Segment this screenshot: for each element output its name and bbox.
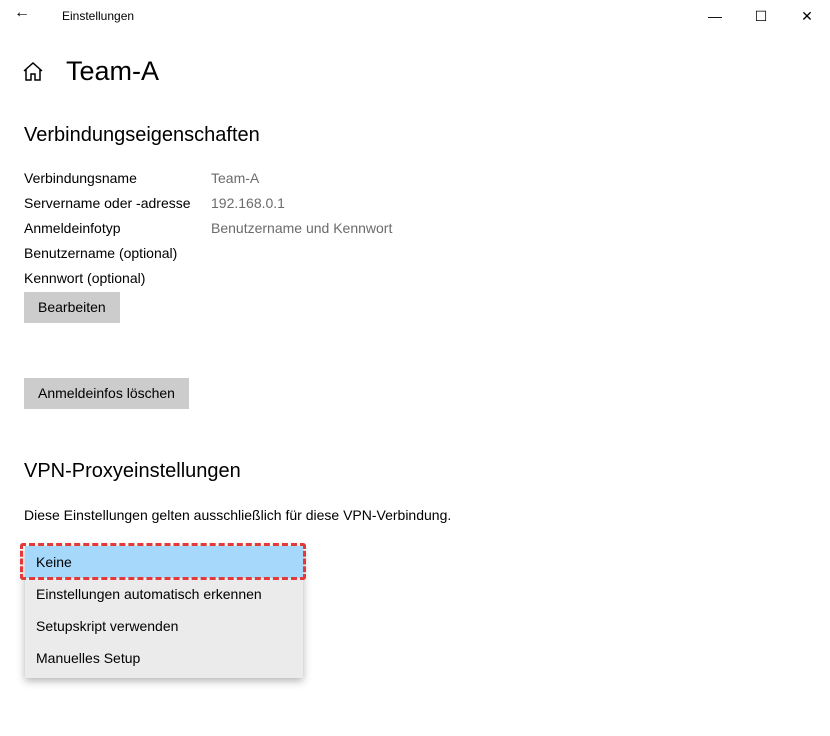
clear-credentials-button[interactable]: Anmeldeinfos löschen: [24, 378, 189, 409]
close-button[interactable]: ✕: [784, 0, 830, 32]
proxy-description: Diese Einstellungen gelten ausschließlic…: [24, 507, 452, 523]
property-value: Benutzername und Kennwort: [211, 220, 393, 236]
back-arrow-icon[interactable]: ←: [14, 4, 30, 22]
minimize-button[interactable]: —: [692, 0, 738, 32]
section-heading-properties: Verbindungseigenschaften: [24, 124, 260, 146]
maximize-button[interactable]: ☐: [738, 0, 784, 32]
section-heading-proxy: VPN-Proxyeinstellungen: [24, 460, 241, 482]
property-value: 192.168.0.1: [211, 195, 285, 211]
property-label: Benutzername (optional): [24, 245, 178, 261]
property-label: Kennwort (optional): [24, 270, 146, 286]
page-title: Team-A: [66, 56, 160, 86]
dropdown-option-setup-script[interactable]: Setupskript verwenden: [25, 610, 303, 642]
dropdown-option-auto-detect[interactable]: Einstellungen automatisch erkennen: [25, 578, 303, 610]
window-title: Einstellungen: [62, 9, 135, 23]
edit-button[interactable]: Bearbeiten: [24, 292, 120, 323]
dropdown-option-manual-setup[interactable]: Manuelles Setup: [25, 642, 303, 674]
property-label: Verbindungsname: [24, 170, 137, 186]
home-icon[interactable]: [22, 60, 44, 84]
property-label: Servername oder -adresse: [24, 195, 191, 211]
property-value: Team-A: [211, 170, 260, 186]
dropdown-option-none[interactable]: Keine: [25, 546, 303, 578]
property-label: Anmeldeinfotyp: [24, 220, 121, 236]
proxy-dropdown-menu[interactable]: Keine Einstellungen automatisch erkennen…: [25, 546, 303, 678]
